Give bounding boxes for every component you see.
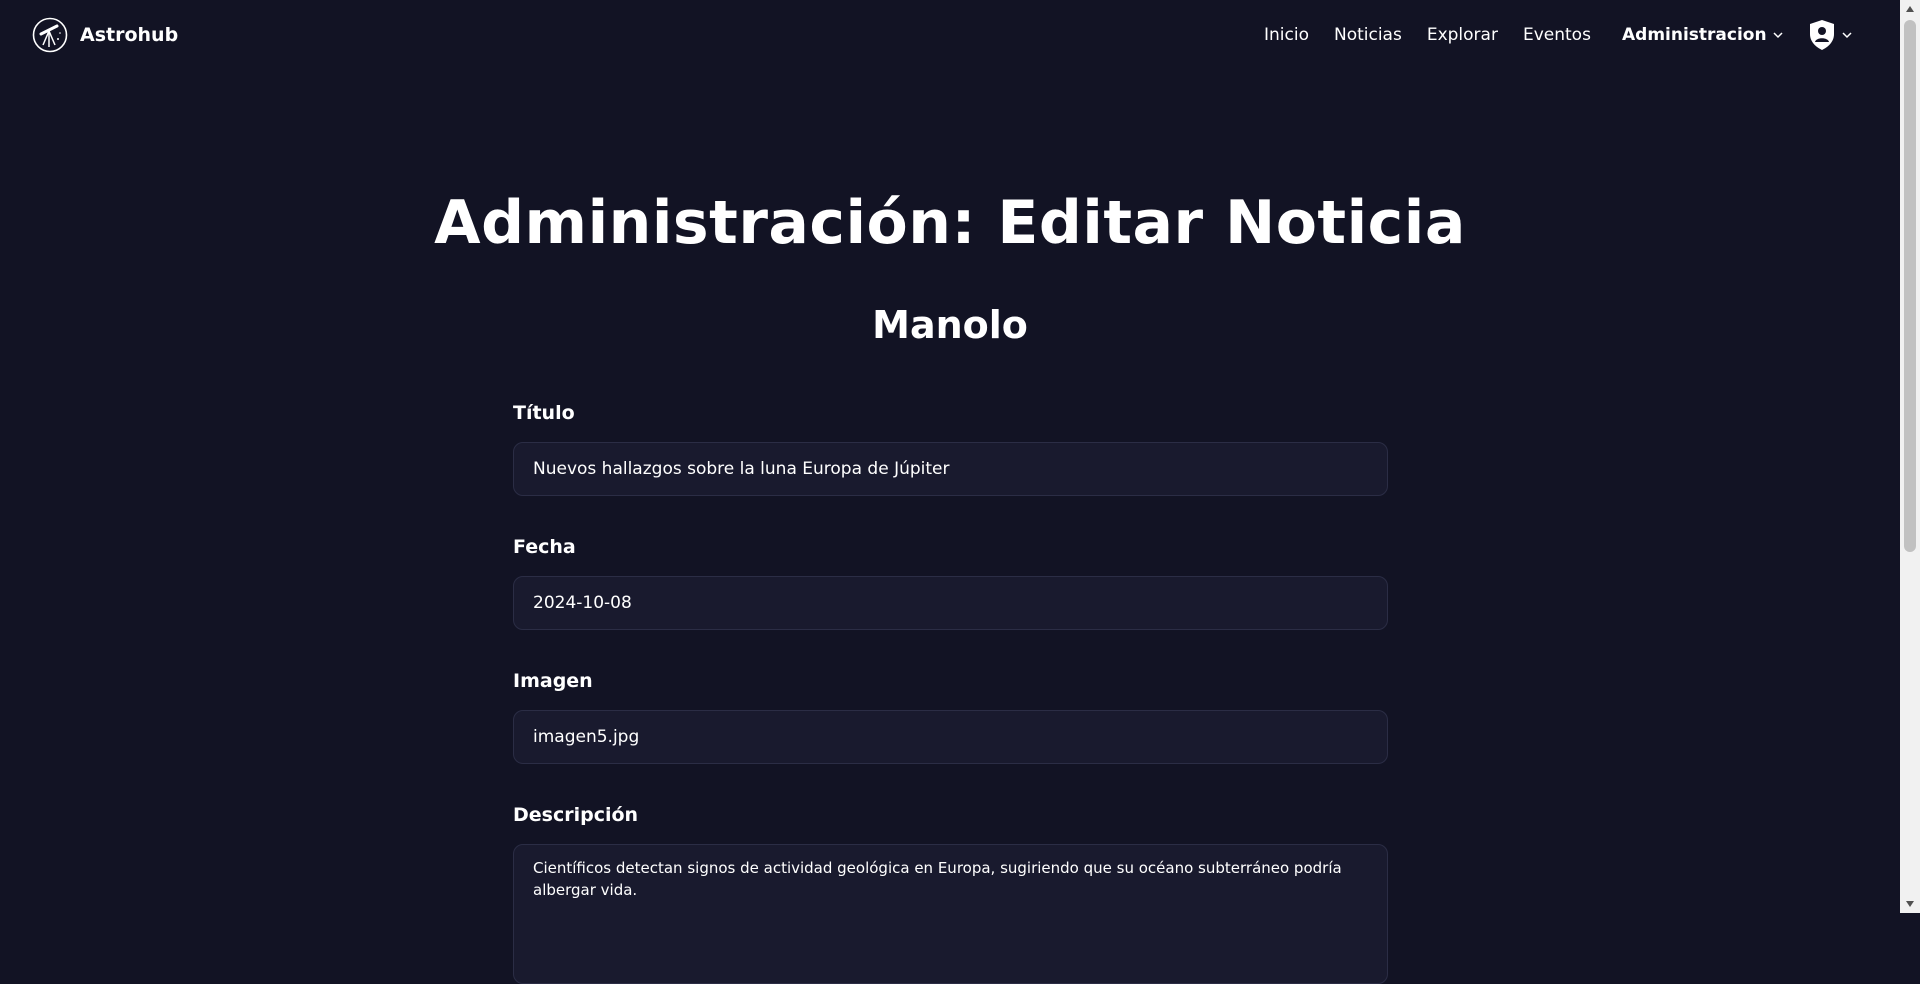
nav-admin-dropdown[interactable]: Administracion xyxy=(1622,22,1785,48)
titulo-input[interactable] xyxy=(513,442,1388,496)
page-scrollbar[interactable] xyxy=(1900,0,1920,913)
titulo-label: Título xyxy=(513,402,575,424)
navbar: Astrohub Inicio Noticias Explorar Evento… xyxy=(0,0,1900,70)
chevron-down-icon xyxy=(1842,32,1852,39)
chevron-down-icon xyxy=(1773,32,1783,39)
imagen-input[interactable] xyxy=(513,710,1388,764)
nav-link-noticias[interactable]: Noticias xyxy=(1334,25,1402,45)
scroll-thumb[interactable] xyxy=(1904,20,1916,552)
fecha-label: Fecha xyxy=(513,536,576,558)
field-group-fecha: Fecha xyxy=(513,534,1388,630)
scroll-up-button[interactable] xyxy=(1900,0,1920,18)
descripcion-label: Descripción xyxy=(513,804,639,826)
fecha-input[interactable] xyxy=(513,576,1388,630)
scroll-down-arrow-icon xyxy=(1906,901,1914,907)
user-shield-icon xyxy=(1810,20,1834,50)
nav-link-explorar[interactable]: Explorar xyxy=(1427,25,1498,45)
scroll-down-button[interactable] xyxy=(1900,895,1920,913)
edit-news-form: Título Fecha Imagen Descripción Científi… xyxy=(513,400,1388,984)
imagen-label: Imagen xyxy=(513,670,593,692)
page-subtitle: Manolo xyxy=(872,303,1028,347)
user-menu-dropdown[interactable] xyxy=(1808,18,1854,52)
field-group-imagen: Imagen xyxy=(513,668,1388,764)
field-group-titulo: Título xyxy=(513,400,1388,496)
scroll-up-arrow-icon xyxy=(1906,6,1914,12)
nav-admin-label: Administracion xyxy=(1622,25,1767,45)
nav-link-inicio[interactable]: Inicio xyxy=(1264,25,1309,45)
page-title: Administración: Editar Noticia xyxy=(434,188,1466,258)
field-group-descripcion: Descripción Científicos detectan signos … xyxy=(513,802,1388,984)
nav-link-eventos[interactable]: Eventos xyxy=(1523,25,1591,45)
telescope-icon xyxy=(32,17,68,53)
descripcion-textarea[interactable]: Científicos detectan signos de actividad… xyxy=(513,844,1388,984)
brand-home-link[interactable]: Astrohub xyxy=(32,16,178,54)
nav-links: Inicio Noticias Explorar Eventos xyxy=(1264,22,1616,48)
brand-name: Astrohub xyxy=(80,24,179,46)
